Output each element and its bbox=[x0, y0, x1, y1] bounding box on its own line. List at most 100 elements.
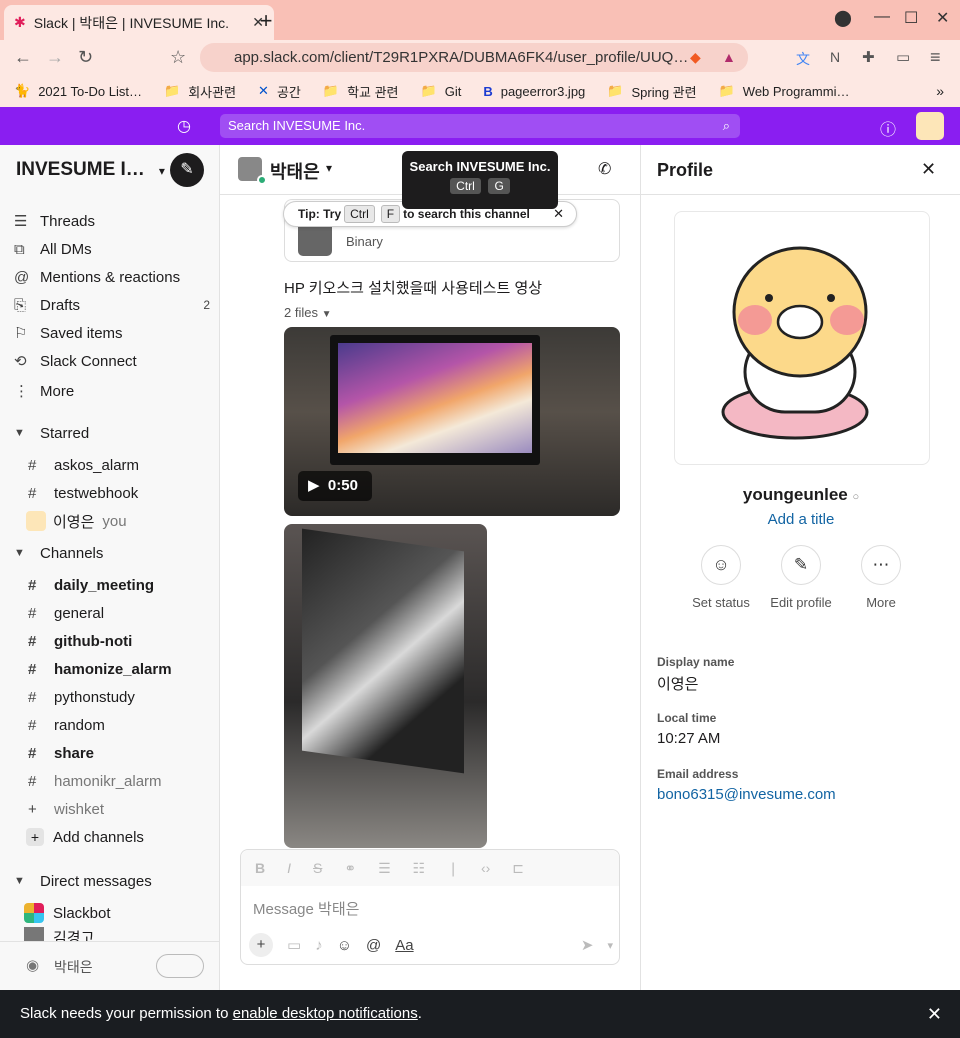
section-direct-messages[interactable]: ▼ Direct messages bbox=[14, 867, 210, 895]
microphone-icon[interactable]: ♪ bbox=[315, 937, 323, 954]
channel-item[interactable]: # share bbox=[28, 739, 224, 767]
dm-item-slackbot[interactable]: Slackbot bbox=[24, 899, 220, 927]
add-channels-button[interactable]: + Add channels bbox=[26, 823, 222, 851]
chevron-down-icon[interactable]: ▾ bbox=[326, 161, 332, 175]
panel-title: Profile bbox=[657, 160, 714, 180]
emoji-icon[interactable]: ☺ bbox=[337, 937, 352, 954]
forward-icon[interactable]: → bbox=[46, 47, 64, 68]
tab-search-icon[interactable]: ⬤ bbox=[834, 8, 852, 28]
edit-profile-button[interactable]: ✎ Edit profile bbox=[761, 545, 841, 610]
hash-icon: # bbox=[28, 484, 37, 502]
plus-icon[interactable]: + bbox=[249, 933, 273, 957]
close-icon[interactable]: ✕ bbox=[553, 206, 564, 222]
more-actions-button[interactable]: ⋯ More bbox=[841, 545, 921, 610]
workspace-name[interactable]: INVESUME I… ▾ bbox=[16, 159, 165, 181]
notification-banner: Slack needs your permission to enable de… bbox=[0, 990, 960, 1038]
back-icon[interactable]: ← bbox=[14, 47, 32, 68]
set-status-button[interactable]: ☺ Set status bbox=[681, 545, 761, 610]
bullet-list-icon[interactable]: ☷ bbox=[413, 860, 426, 877]
file-type: Binary bbox=[346, 234, 383, 249]
window-close-icon[interactable]: ✕ bbox=[936, 8, 949, 28]
code-block-icon[interactable]: ⊏ bbox=[512, 860, 524, 877]
enable-notifications-link[interactable]: enable desktop notifications bbox=[233, 1005, 418, 1022]
bold-icon[interactable]: B bbox=[255, 860, 265, 876]
channel-item[interactable]: # hamonikr_alarm bbox=[28, 767, 224, 795]
huddle-toggle[interactable] bbox=[156, 954, 204, 978]
channel-item[interactable]: # hamonize_alarm bbox=[28, 655, 224, 683]
sidebar-item-more[interactable]: ⋮ More bbox=[14, 377, 210, 405]
chevron-down-icon[interactable]: ▾ bbox=[607, 939, 613, 952]
formatting-toggle-icon[interactable]: Aa bbox=[395, 937, 413, 954]
bookmark-folder[interactable]: 📁 Web Programmi… bbox=[719, 83, 850, 99]
caret-down-icon: ▼ bbox=[14, 427, 25, 439]
sidebar-item-saved[interactable]: ⚐ Saved items bbox=[14, 319, 210, 347]
strikethrough-icon[interactable]: S bbox=[313, 860, 322, 876]
brave-shield-icon[interactable]: ◆ bbox=[690, 49, 701, 66]
brave-rewards-icon[interactable]: ▲ bbox=[722, 49, 736, 65]
close-icon[interactable]: ✕ bbox=[921, 159, 936, 180]
reload-icon[interactable]: ↻ bbox=[78, 47, 93, 68]
dm-item[interactable]: 김경고 bbox=[24, 927, 220, 941]
ordered-list-icon[interactable]: ☰ bbox=[378, 860, 391, 877]
profile-photo[interactable] bbox=[674, 211, 930, 465]
code-icon[interactable]: ‹› bbox=[481, 860, 490, 876]
channel-item[interactable]: # github-noti bbox=[28, 627, 224, 655]
url-field[interactable]: app.slack.com/client/T29R1PXRA/DUBMA6FK4… bbox=[200, 43, 748, 72]
bookmark-item[interactable]: 🐈 2021 To-Do List… bbox=[14, 83, 142, 99]
minimize-icon[interactable]: — bbox=[874, 8, 890, 26]
channel-item[interactable]: + wishket bbox=[28, 795, 224, 823]
browser-tab[interactable]: ✱ Slack | 박태은 | INVESUME Inc. ✕ bbox=[4, 5, 274, 40]
link-icon[interactable]: ⚭ bbox=[344, 860, 356, 877]
translate-icon[interactable]: 文 bbox=[796, 49, 810, 69]
section-channels[interactable]: ▼ Channels bbox=[14, 539, 210, 567]
video-clip-icon[interactable]: ▭ bbox=[287, 936, 301, 954]
italic-icon[interactable]: I bbox=[287, 860, 291, 876]
maximize-icon[interactable]: ☐ bbox=[904, 8, 918, 28]
bookmark-item[interactable]: Bpageerror3.jpg bbox=[483, 84, 585, 99]
bookmark-folder[interactable]: 📁 Git bbox=[421, 83, 462, 99]
bookmark-item[interactable]: ✕ 공간 bbox=[258, 82, 301, 101]
search-input[interactable]: Search INVESUME Inc. ⌕ bbox=[220, 114, 740, 138]
phone-icon[interactable]: ✆ bbox=[598, 159, 611, 179]
section-starred[interactable]: ▼ Starred bbox=[14, 419, 210, 447]
sidebar-item-slack-connect[interactable]: ⟲ Slack Connect bbox=[14, 347, 210, 375]
extensions-icon[interactable]: ✚ bbox=[862, 48, 875, 66]
bookmark-folder[interactable]: 📁 학교 관련 bbox=[323, 82, 399, 101]
mention-icon[interactable]: @ bbox=[366, 937, 381, 954]
new-tab-button[interactable]: + bbox=[254, 8, 278, 34]
notion-icon[interactable]: N bbox=[830, 49, 840, 65]
video-thumbnail[interactable] bbox=[284, 524, 487, 848]
close-icon[interactable]: ✕ bbox=[927, 990, 942, 1038]
video-duration[interactable]: ▶ 0:50 bbox=[298, 471, 372, 501]
sidebar-item-threads[interactable]: ☰ Threads bbox=[14, 207, 210, 235]
bookmark-folder[interactable]: 📁 Spring 관련 bbox=[607, 82, 696, 101]
sidebar-item-drafts[interactable]: ⎘ Drafts 2 bbox=[14, 291, 210, 319]
message-input[interactable]: Message 박태은 bbox=[253, 898, 359, 919]
history-icon[interactable]: ◷ bbox=[177, 116, 191, 136]
channel-item[interactable]: # pythonstudy bbox=[28, 683, 224, 711]
browser-menu-icon[interactable]: ≡ bbox=[930, 47, 941, 68]
bookmark-page-icon[interactable]: ☆ bbox=[170, 47, 186, 68]
email-link[interactable]: bono6315@invesume.com bbox=[657, 786, 836, 803]
files-toggle[interactable]: 2 files ▼ bbox=[284, 305, 332, 320]
help-icon[interactable]: ⓘ bbox=[880, 116, 896, 140]
wallet-icon[interactable]: ▭ bbox=[896, 48, 910, 66]
sidebar-item-all-dms[interactable]: ⧉ All DMs bbox=[14, 235, 210, 263]
send-icon[interactable]: ➤ bbox=[581, 936, 594, 954]
channel-title[interactable]: 박태은 bbox=[270, 158, 320, 184]
channel-item[interactable]: # daily_meeting bbox=[28, 571, 224, 599]
channel-item[interactable]: # askos_alarm bbox=[28, 451, 224, 479]
compose-button[interactable]: ✎ bbox=[170, 153, 204, 187]
bookmark-folder[interactable]: 📁 회사관련 bbox=[164, 82, 236, 101]
bookmarks-bar: 🐈 2021 To-Do List… 📁 회사관련 ✕ 공간 📁 학교 관련 📁 Git … bbox=[0, 75, 960, 107]
user-avatar[interactable] bbox=[916, 112, 944, 140]
dm-item-self[interactable]: 이영은 you bbox=[26, 507, 222, 535]
channel-item[interactable]: # testwebhook bbox=[28, 479, 224, 507]
channel-item[interactable]: # random bbox=[28, 711, 224, 739]
channel-item[interactable]: # general bbox=[28, 599, 224, 627]
add-title-link[interactable]: Add a title bbox=[641, 511, 960, 528]
sidebar-item-mentions[interactable]: @ Mentions & reactions bbox=[14, 263, 210, 291]
bookmarks-overflow-icon[interactable]: » bbox=[936, 83, 944, 99]
blockquote-icon[interactable]: ❘ bbox=[447, 860, 459, 877]
video-thumbnail[interactable]: ▶ 0:50 bbox=[284, 327, 620, 516]
